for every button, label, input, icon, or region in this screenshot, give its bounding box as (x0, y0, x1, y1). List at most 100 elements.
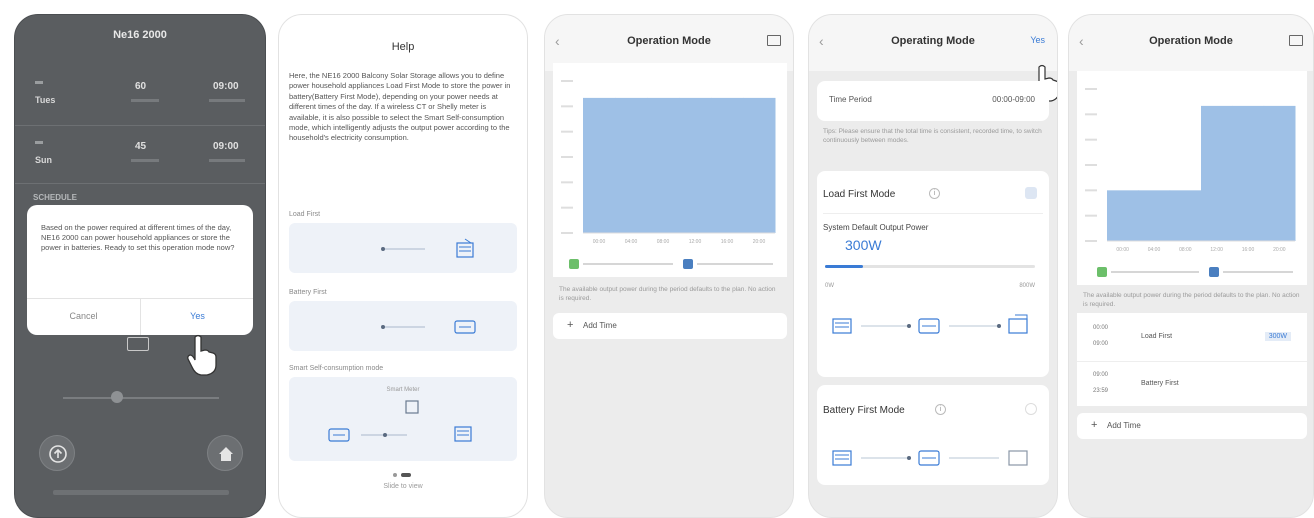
output-slider-fill (825, 265, 863, 268)
legend-label (583, 263, 673, 265)
chart-bar (679, 97, 712, 233)
chart-bar (1263, 105, 1296, 241)
chart-bar (647, 97, 680, 233)
upload-button[interactable] (39, 435, 75, 471)
phone-screen-operation-mode-result: ‹ Operation Mode 00:00 04:00 08:00 12:00 16:… (1068, 14, 1314, 518)
row-day: Tues (35, 95, 56, 105)
dialog-message: Based on the power required at different… (41, 223, 235, 252)
row-end: 09:00 (1093, 341, 1109, 347)
y-tick-mark (561, 105, 573, 108)
battery-device-icon (127, 337, 149, 351)
section-heading: SCHEDULE (33, 193, 78, 202)
slider-max: 800W (1019, 283, 1035, 289)
phone-screen-operating-mode-edit: ‹ Operating Mode Yes Time Period 00:00-0… (808, 14, 1058, 518)
header: ‹ Operating Mode Yes (809, 15, 1057, 71)
slider-thumb[interactable] (111, 391, 123, 403)
row-value: 45 (135, 141, 147, 152)
row-mode: Battery First (1141, 380, 1179, 387)
y-tick-mark (1085, 164, 1097, 166)
battery-first-title: Battery First Mode (823, 405, 905, 416)
y-tick-mark (561, 156, 573, 158)
row-day: Sun (35, 155, 52, 165)
row-sublabel (131, 99, 159, 102)
add-time-button[interactable]: + Add Time (553, 313, 787, 339)
section-label: Battery First (289, 289, 327, 296)
row-sublabel (209, 99, 245, 102)
legend-green-swatch (1097, 267, 1107, 277)
slider-min: 0W (825, 283, 834, 289)
yes-button[interactable]: Yes (141, 298, 254, 335)
power-slider-track[interactable] (63, 397, 219, 399)
chart-note: The available output power during the pe… (559, 286, 776, 302)
y-tick-mark (1085, 214, 1097, 217)
x-tick-label: 12:00 (689, 239, 702, 245)
y-tick-mark (561, 80, 573, 82)
y-tick-mark (561, 130, 573, 133)
info-icon[interactable]: i (935, 404, 946, 415)
x-tick-label: 08:00 (1179, 247, 1192, 253)
page-dots (393, 473, 415, 477)
time-value: 00:00-09:00 (992, 95, 1035, 104)
schedule-row[interactable]: 09:00 23:59 Battery First (1077, 362, 1307, 406)
row-time: 09:00 (213, 141, 239, 152)
selected-checkbox[interactable] (1025, 187, 1037, 199)
meter-label: Smart Meter (386, 387, 420, 393)
row-end: 23:59 (1093, 388, 1109, 394)
schedule-row[interactable]: Tues 60 09:00 (31, 73, 249, 117)
flow-arrow-icon (381, 238, 474, 258)
home-icon (219, 447, 233, 461)
home-button[interactable] (207, 435, 243, 471)
x-tick-label: 08:00 (657, 239, 670, 245)
phone-screen-schedule-dialog: Ne16 2000 Tues 60 09:00 Sun 45 09:00 SCH… (14, 14, 266, 518)
power-chart: 00:00 04:00 08:00 12:00 16:00 20:00 (561, 80, 776, 245)
y-tick-mark (1085, 88, 1097, 90)
output-label: System Default Output Power (823, 223, 929, 232)
schedule-row[interactable]: 00:00 09:00 Load First 300W (1077, 313, 1307, 361)
row-marker (35, 141, 43, 144)
row-sublabel (209, 159, 245, 162)
legend-label (1223, 271, 1293, 273)
chart-bar (1169, 190, 1202, 241)
output-slider-track[interactable] (825, 265, 1035, 268)
x-tick-label: 04:00 (625, 239, 638, 245)
chart-bar (615, 97, 648, 233)
y-tick-mark (561, 206, 573, 209)
help-book-icon[interactable] (1289, 35, 1303, 46)
cancel-button[interactable]: Cancel (27, 298, 140, 335)
schedule-row[interactable]: Sun 45 09:00 (31, 133, 249, 177)
y-tick-mark (561, 181, 573, 184)
save-button[interactable]: Yes (1030, 35, 1045, 45)
y-tick-mark (1085, 189, 1097, 192)
section-label: Load First (289, 211, 321, 218)
row-mode: Load First (1141, 333, 1173, 340)
chart-bar (1232, 105, 1265, 241)
time-label: Time Period (829, 95, 872, 104)
page-title: Operation Mode (627, 35, 711, 47)
help-book-icon[interactable] (767, 35, 781, 46)
legend-blue-swatch (683, 259, 693, 269)
row-sublabel (131, 159, 159, 162)
footer-text-bar (53, 490, 229, 495)
x-tick-label: 16:00 (721, 239, 734, 245)
load-first-diagram (289, 223, 517, 273)
battery-first-card[interactable]: Battery First Mode i (817, 385, 1049, 485)
chart-card: 00:00 04:00 08:00 12:00 16:00 20:00 (1077, 71, 1307, 285)
page-title: Operating Mode (891, 35, 975, 47)
battery-first-diagram (289, 301, 517, 351)
chart-card: 00:00 04:00 08:00 12:00 16:00 20:00 (553, 63, 787, 277)
divider (15, 183, 265, 184)
smart-mode-diagram: Smart Meter (289, 377, 517, 461)
add-time-button[interactable]: + Add Time (1077, 413, 1307, 439)
divider (15, 125, 265, 126)
y-tick-mark (1085, 138, 1097, 141)
row-start: 09:00 (1093, 372, 1109, 378)
radio-unselected[interactable] (1025, 403, 1037, 415)
time-period-row[interactable]: Time Period 00:00-09:00 (817, 81, 1049, 121)
info-icon[interactable]: i (929, 188, 940, 199)
load-first-card[interactable]: Load First Mode i System Default Output … (817, 171, 1049, 377)
pager-hint: Slide to view (383, 483, 423, 490)
chart-bar (711, 97, 744, 233)
help-body: Here, the NE16 2000 Balcony Solar Storag… (289, 71, 511, 143)
y-tick-mark (1085, 240, 1097, 242)
confirm-dialog: Based on the power required at different… (27, 205, 253, 335)
